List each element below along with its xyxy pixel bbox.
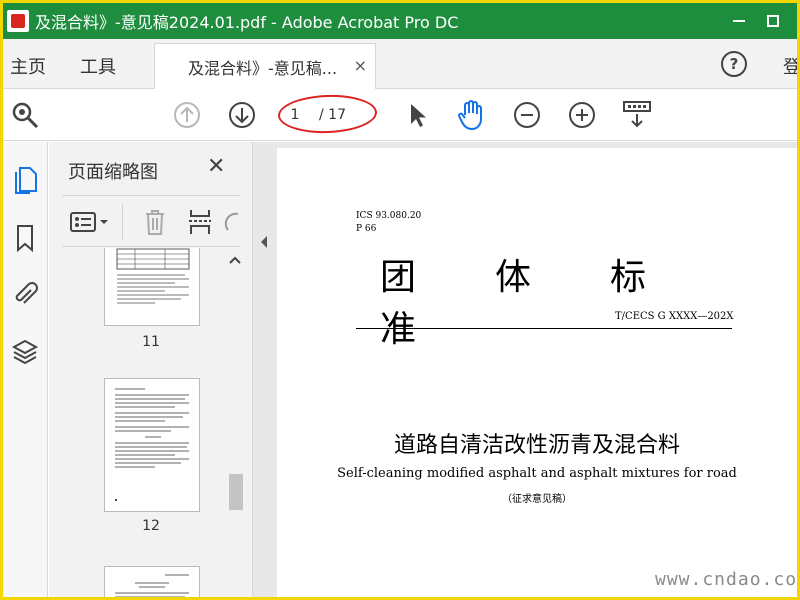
site-watermark: www.cndao.com: [655, 569, 797, 590]
document-title-en: Self-cleaning modified asphalt and aspha…: [337, 466, 737, 481]
insert-pages-icon: [189, 210, 211, 234]
heading-char: 标: [610, 257, 647, 298]
draft-note: （征求意见稿）: [502, 494, 572, 505]
delete-page-button[interactable]: [140, 206, 170, 238]
rotate-icon: [224, 212, 239, 231]
ics-code-block: ICS 93.080.20 P 66: [356, 210, 421, 236]
page-thumbnail-12[interactable]: [104, 378, 200, 512]
close-panel-icon[interactable]: ✕: [207, 154, 225, 179]
triangle-left-icon: [261, 236, 267, 248]
rotate-page-button[interactable]: [222, 206, 240, 238]
thumbnail-preview: [116, 248, 190, 304]
pages-icon: [15, 167, 37, 194]
bookmarks-button[interactable]: [9, 222, 41, 254]
zoom-in-icon: [569, 102, 595, 128]
sign-in-button[interactable]: 登: [783, 53, 797, 79]
tab-bar: 主页 工具 及混合料》-意见稿... × ? 登: [3, 39, 797, 89]
menu-home[interactable]: 主页: [10, 53, 46, 79]
red-annotation-ellipse: [277, 93, 378, 135]
window-title: 及混合料》-意见稿2024.01.pdf - Adobe Acrobat Pro…: [35, 13, 459, 32]
arrow-down-circle-icon: [229, 102, 255, 128]
toolbar-divider: [122, 204, 123, 240]
thumbnail-scrollbar[interactable]: [225, 248, 245, 597]
bookmark-icon: [17, 225, 33, 252]
document-viewer: ICS 93.080.20 P 66 团 体 标准 T/CECS G XXXX—20…: [253, 142, 797, 597]
insert-page-button[interactable]: [185, 206, 215, 238]
thumbnail-preview: [115, 574, 189, 597]
heading-char: 准: [380, 309, 417, 350]
zoom-out-icon: [514, 102, 540, 128]
thumbnail-options-button[interactable]: [68, 208, 112, 236]
page-thumbnail-13[interactable]: [104, 566, 200, 597]
keyboard-scroll-icon: [623, 101, 651, 128]
collapse-panel-button[interactable]: [259, 235, 271, 259]
hand-tool-button[interactable]: [454, 97, 490, 133]
attachments-button[interactable]: [9, 278, 41, 310]
document-tab[interactable]: 及混合料》-意见稿... ×: [154, 43, 376, 89]
page-thumbnail-11[interactable]: [104, 248, 200, 326]
layers-button[interactable]: [9, 336, 41, 368]
zoom-out-button[interactable]: [511, 99, 543, 131]
panel-title: 页面缩略图: [68, 162, 158, 183]
zoom-in-button[interactable]: [566, 99, 598, 131]
trash-icon: [146, 210, 164, 235]
hand-icon: [458, 100, 482, 131]
acrobat-logo-icon: [7, 10, 29, 32]
close-tab-icon[interactable]: ×: [354, 56, 367, 75]
menu-tools[interactable]: 工具: [80, 53, 116, 79]
heading-rule: [356, 328, 732, 329]
ics-code: ICS 93.080.20: [356, 211, 422, 221]
left-navigation-rail: [3, 142, 48, 597]
previous-page-button[interactable]: [171, 99, 203, 131]
maximize-button[interactable]: [751, 3, 795, 39]
page-thumbnails-button[interactable]: [9, 164, 41, 196]
thumbnail-label-12: 12: [142, 518, 160, 534]
toolbar: 1 / 17: [3, 89, 797, 141]
paperclip-icon: [15, 282, 38, 304]
document-title-cn: 道路自清洁改性沥青及混合料: [393, 433, 680, 458]
layers-icon: [11, 339, 39, 365]
maximize-icon: [767, 15, 779, 27]
magnifier-icon: [12, 102, 39, 129]
heading-char: 体: [495, 257, 532, 298]
thumbnail-panel: 页面缩略图 ✕ 11 12: [49, 142, 253, 597]
scroll-mode-button[interactable]: [619, 97, 655, 133]
scroll-thumb[interactable]: [229, 474, 243, 510]
scroll-up-icon[interactable]: [225, 252, 245, 268]
help-icon[interactable]: ?: [721, 51, 747, 77]
arrow-cursor-icon: [411, 104, 426, 127]
standard-number: T/CECS G XXXX—202X: [615, 311, 734, 322]
next-page-button[interactable]: [226, 99, 258, 131]
pdf-page: ICS 93.080.20 P 66 团 体 标准 T/CECS G XXXX—20…: [277, 148, 797, 597]
p-code: P 66: [356, 224, 377, 234]
app-window: 及混合料》-意见稿2024.01.pdf - Adobe Acrobat Pro…: [3, 3, 797, 597]
standard-heading: 团 体 标准: [380, 248, 797, 352]
thumbnail-preview: [115, 388, 189, 501]
options-menu-icon: [70, 212, 108, 232]
zoom-search-button[interactable]: [9, 99, 41, 131]
select-tool-button[interactable]: [401, 99, 433, 131]
title-bar: 及混合料》-意见稿2024.01.pdf - Adobe Acrobat Pro…: [3, 3, 797, 39]
thumbnail-toolbar: [62, 195, 240, 247]
heading-char: 团: [380, 257, 417, 298]
minimize-icon: [733, 20, 745, 22]
thumbnail-list: 11 12: [49, 248, 233, 597]
thumbnail-label-11: 11: [142, 334, 160, 350]
document-tab-label: 及混合料》-意见稿...: [188, 58, 338, 78]
arrow-up-circle-icon: [174, 102, 200, 128]
